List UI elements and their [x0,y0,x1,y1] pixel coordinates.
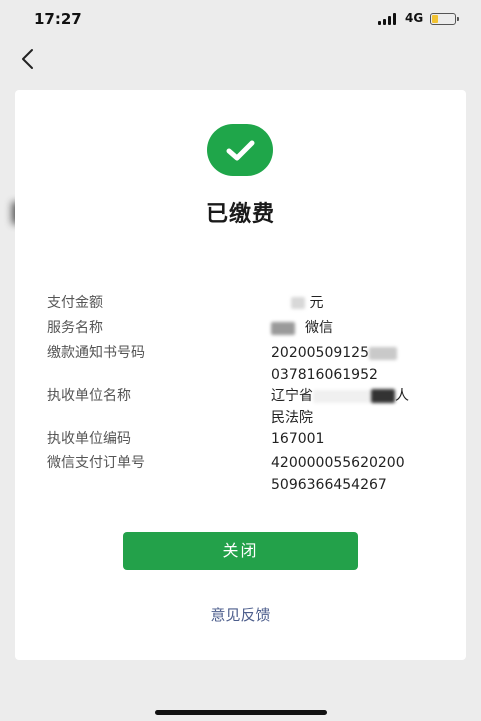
battery-icon [430,13,459,25]
unit-name-line2: 民法院 [271,410,313,426]
service-value: 微信 [271,317,456,339]
network-type: 4G [405,11,424,25]
order-line1: 420000055620200 [271,455,405,471]
unit-code-label: 执收单位编码 [47,431,131,447]
unit-name-part1: 辽宁省 [271,388,313,404]
redacted-mask [313,389,371,403]
notice-line1: 20200509125 [271,345,369,361]
home-indicator[interactable] [155,710,327,715]
back-button[interactable] [14,44,42,74]
amount-label: 支付金额 [47,295,103,311]
order-line2: 5096366454267 [271,477,387,493]
service-label: 服务名称 [47,320,103,336]
notice-label: 缴款通知书号码 [47,345,145,361]
feedback-link[interactable]: 意见反馈 [0,604,481,625]
close-button[interactable]: 关闭 [123,532,358,570]
signal-icon [378,13,400,25]
notice-line2: 037816061952 [271,367,378,383]
check-icon [226,140,255,161]
success-badge [207,124,273,176]
redacted-mask [371,389,395,403]
order-value: 420000055620200 5096366454267 [271,452,456,496]
redacted-mask [291,297,305,309]
redacted-mask [368,346,397,360]
unit-name-value: 辽宁省 人 民法院 [271,385,456,429]
redacted-mask [271,321,295,335]
unit-name-part2: 人 [395,388,409,404]
status-time: 17:27 [34,10,82,28]
service-name: 微信 [305,320,333,336]
status-bar: 17:27 4G [0,0,481,40]
notice-value: 20200509125 037816061952 [271,342,456,386]
amount-unit: 元 [309,295,324,311]
order-label: 微信支付订单号 [47,455,145,471]
chevron-left-icon [22,49,33,69]
amount-value: 元 [291,292,476,314]
unit-code-value: 167001 [271,431,325,447]
unit-name-label: 执收单位名称 [47,388,131,404]
payment-status-title: 已缴费 [205,202,275,227]
